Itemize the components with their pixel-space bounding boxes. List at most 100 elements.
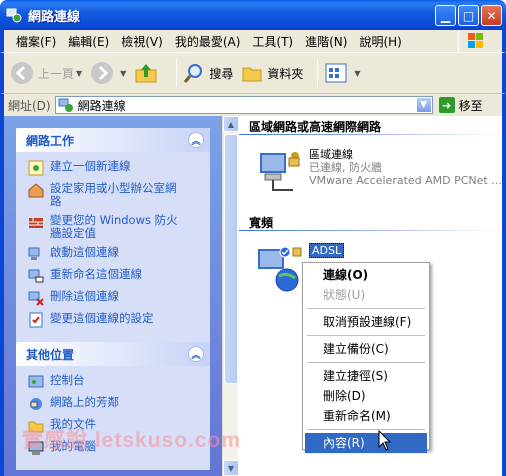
menu-help[interactable]: 說明(H) xyxy=(353,33,407,50)
scroll-thumb[interactable] xyxy=(224,134,238,384)
back-button[interactable]: 上一頁 ▼ xyxy=(10,61,82,85)
place-control-panel[interactable]: 控制台 xyxy=(28,374,202,390)
task-home-network[interactable]: 設定家用或小型辦公室網 路 xyxy=(28,182,202,208)
rename-icon xyxy=(28,269,44,283)
network-tasks-title: 網路工作 xyxy=(26,133,75,148)
watermark: 實感說 letskuso.com xyxy=(22,429,242,452)
main-area: 網路工作 ︽ 建立一個新連線 設定家用或小型辦公室網 路 變更您的 Window… xyxy=(0,116,506,476)
back-label: 上一頁 xyxy=(38,66,75,81)
go-label: 移至 xyxy=(458,98,483,113)
task-firewall[interactable]: 變更您的 Windows 防火 牆設定值 xyxy=(28,214,202,240)
maximize-button[interactable]: □ xyxy=(458,5,479,26)
group-divider xyxy=(239,230,502,231)
lan-connection-device: VMware Accelerated AMD PCNet ... xyxy=(309,174,502,187)
menu-separator xyxy=(307,362,425,363)
views-button[interactable]: ▼ xyxy=(324,62,361,84)
vertical-scrollbar[interactable]: ▲ ▼ xyxy=(222,116,239,476)
menu-properties[interactable]: 內容(R) xyxy=(305,433,427,453)
mouse-cursor-icon xyxy=(378,430,392,451)
views-icon xyxy=(325,63,347,83)
toolbar: 上一頁 ▼ ▼ 搜尋 資料夾 ▼ xyxy=(0,52,506,94)
folders-icon xyxy=(242,67,262,82)
group-header-lan: 區域網路或高速網際網路 xyxy=(249,120,382,134)
lan-connection-name: 區域連線 xyxy=(309,148,353,161)
forward-arrow-icon xyxy=(91,62,114,84)
forward-button[interactable]: ▼ xyxy=(90,61,126,85)
back-arrow-icon xyxy=(11,62,33,84)
home-network-icon xyxy=(28,183,44,198)
menu-connect[interactable]: 連線(O) xyxy=(305,265,427,285)
firewall-icon xyxy=(29,218,43,228)
connect-icon xyxy=(28,247,40,260)
collapse-chevron-icon[interactable]: ︽ xyxy=(188,346,204,362)
lan-connection-status: 已連線, 防火牆 xyxy=(309,161,382,174)
task-pane: 網路工作 ︽ 建立一個新連線 設定家用或小型辦公室網 路 變更您的 Window… xyxy=(4,116,222,476)
window-title: 網路連線 xyxy=(28,9,81,25)
menu-bar: 檔案(F) 編輯(E) 檢視(V) 我的最愛(A) 工具(T) 進階(N) 說明… xyxy=(0,30,506,52)
search-label: 搜尋 xyxy=(209,66,234,81)
control-panel-icon xyxy=(28,375,44,388)
task-change-settings[interactable]: 變更這個連線的設定 xyxy=(28,312,202,328)
address-dropdown-icon[interactable]: ▼ xyxy=(415,97,432,113)
task-delete[interactable]: 刪除這個連線 xyxy=(28,290,202,306)
views-dropdown-icon[interactable]: ▼ xyxy=(354,69,360,78)
close-button[interactable]: ✕ xyxy=(481,5,502,26)
delete-icon xyxy=(28,291,44,306)
menu-separator xyxy=(307,308,425,309)
toolbar-separator xyxy=(176,59,178,87)
network-connections-icon xyxy=(58,98,73,112)
menu-edit[interactable]: 編輯(E) xyxy=(62,33,115,50)
collapse-chevron-icon[interactable]: ︽ xyxy=(188,132,204,148)
other-places-title: 其他位置 xyxy=(26,347,75,362)
network-connections-icon xyxy=(6,8,22,23)
folders-label: 資料夾 xyxy=(267,66,304,81)
task-rename[interactable]: 重新命名這個連線 xyxy=(28,268,202,284)
group-header-broadband: 寬頻 xyxy=(249,216,274,230)
go-button[interactable]: ➜ 移至 xyxy=(438,97,483,114)
menu-delete[interactable]: 刪除(D) xyxy=(305,386,427,406)
address-label: 網址(D) xyxy=(8,98,51,113)
menu-create-copy[interactable]: 建立備份(C) xyxy=(305,339,427,359)
adsl-connection-name: ADSL xyxy=(309,243,345,258)
minimize-button[interactable]: ▁ xyxy=(435,5,456,26)
search-icon xyxy=(184,64,203,83)
settings-icon xyxy=(29,312,43,328)
task-new-connection[interactable]: 建立一個新連線 xyxy=(28,160,202,176)
new-connection-icon xyxy=(28,160,44,176)
address-input[interactable]: 網路連線 ▼ xyxy=(54,96,433,114)
menu-file[interactable]: 檔案(F) xyxy=(10,33,62,50)
network-tasks-panel: 網路工作 ︽ 建立一個新連線 設定家用或小型辦公室網 路 變更您的 Window… xyxy=(16,128,210,342)
network-places-icon xyxy=(30,398,42,410)
context-menu: 連線(O) 狀態(U) 取消預設連線(F) 建立備份(C) 建立捷徑(S) 刪除… xyxy=(302,262,430,453)
task-connect[interactable]: 啟動這個連線 xyxy=(28,246,202,262)
up-folder-button[interactable] xyxy=(134,61,162,85)
network-tasks-header[interactable]: 網路工作 ︽ xyxy=(16,128,210,152)
menu-cancel-default[interactable]: 取消預設連線(F) xyxy=(305,312,427,332)
place-network-places[interactable]: 網路上的芳鄰 xyxy=(28,396,202,412)
menu-status[interactable]: 狀態(U) xyxy=(305,285,427,305)
menu-favorites[interactable]: 我的最愛(A) xyxy=(169,33,247,50)
menu-advanced[interactable]: 進階(N) xyxy=(299,33,353,50)
go-arrow-icon: ➜ xyxy=(438,97,455,113)
up-folder-icon xyxy=(135,64,157,83)
forward-dropdown-icon[interactable]: ▼ xyxy=(120,69,126,78)
menu-separator xyxy=(307,429,425,430)
toolbar-separator xyxy=(317,59,319,87)
adsl-connection-icon xyxy=(258,246,302,292)
menu-view[interactable]: 檢視(V) xyxy=(115,33,169,50)
scroll-down-icon[interactable]: ▼ xyxy=(223,460,239,476)
address-bar: 網址(D) 網路連線 ▼ ➜ 移至 xyxy=(0,94,506,116)
lan-connection-icon xyxy=(260,152,300,191)
menu-create-shortcut[interactable]: 建立捷徑(S) xyxy=(305,366,427,386)
search-button[interactable]: 搜尋 xyxy=(183,62,233,84)
menu-separator xyxy=(307,335,425,336)
folders-button[interactable]: 資料夾 xyxy=(241,62,303,84)
menu-tools[interactable]: 工具(T) xyxy=(246,33,299,50)
menu-rename[interactable]: 重新命名(M) xyxy=(305,406,427,426)
lan-connection[interactable]: 區域連線 已連線, 防火牆 VMware Accelerated AMD PCN… xyxy=(255,148,502,196)
other-places-header[interactable]: 其他位置 ︽ xyxy=(16,342,210,366)
back-dropdown-icon[interactable]: ▼ xyxy=(76,69,82,78)
group-divider xyxy=(239,134,502,135)
scroll-up-icon[interactable]: ▲ xyxy=(223,116,239,132)
title-bar[interactable]: 網路連線 ▁ □ ✕ xyxy=(0,0,506,30)
